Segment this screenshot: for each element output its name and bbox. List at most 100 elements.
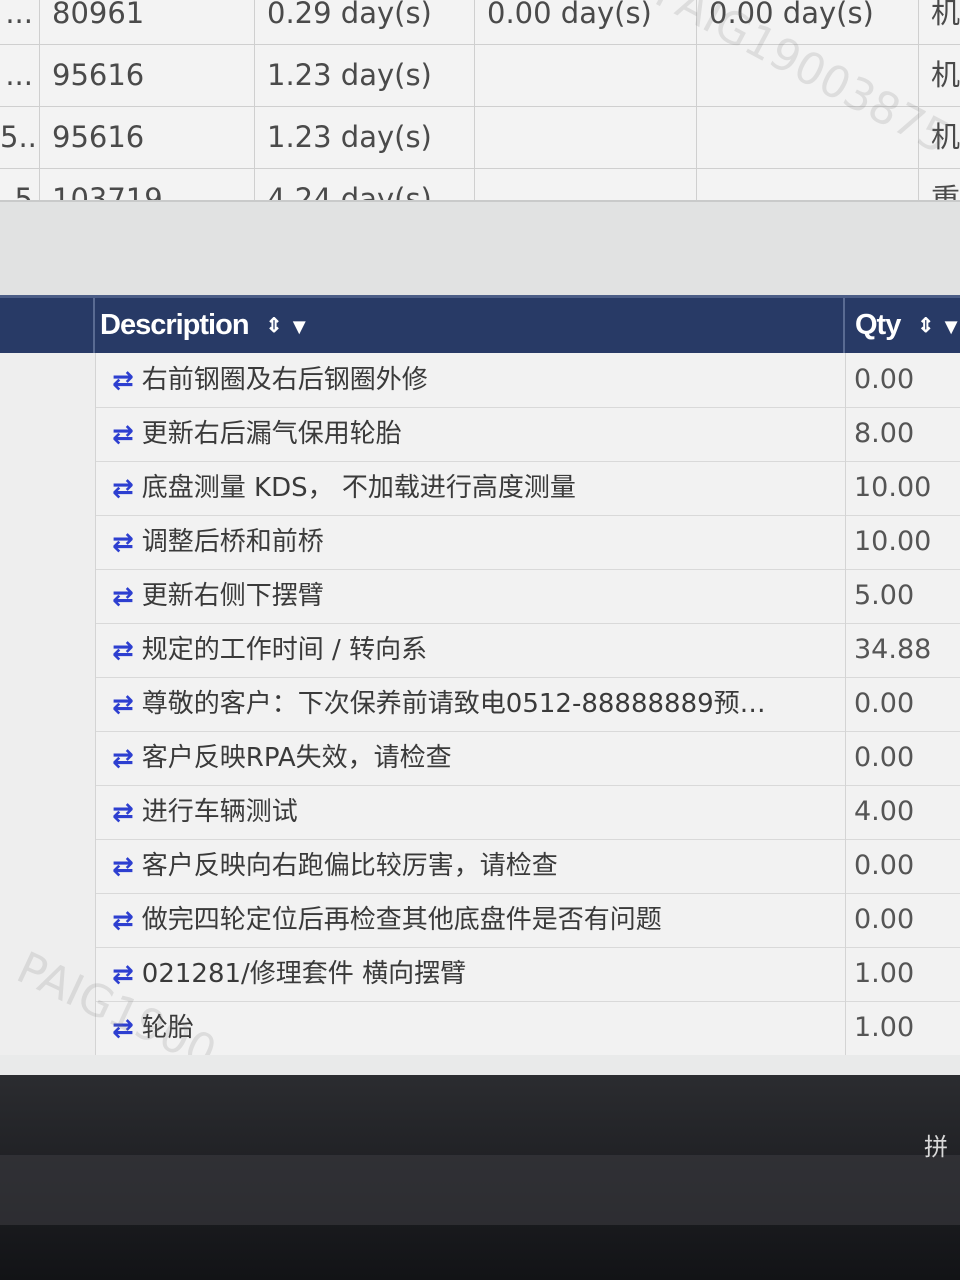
description-text: 更新右后漏气保用轮胎 [141, 419, 402, 449]
qty-cell: 10.00 [845, 461, 960, 515]
qty-cell: 0.00 [845, 731, 960, 785]
qty-cell: 5.00 [845, 569, 960, 623]
row-marker: ... [0, 0, 40, 44]
row-gutter [0, 731, 96, 785]
description-cell: ⇄ 进行车辆测试 [112, 785, 802, 839]
column-header-label: Qty [855, 309, 901, 341]
swap-arrows-icon[interactable]: ⇄ [112, 476, 134, 502]
cell-duration: 0.29 day(s) [255, 0, 475, 44]
qty-cell: 0.00 [845, 353, 960, 407]
table-row[interactable]: ... 80961 0.29 day(s) 0.00 day(s) 0.00 d… [0, 0, 960, 45]
cell-number: 95616 [40, 44, 255, 106]
filter-icon[interactable]: ▼ [288, 299, 310, 354]
description-text: 右前钢圈及右后钢圈外修 [141, 365, 428, 395]
swap-arrows-icon[interactable]: ⇄ [112, 530, 134, 556]
top-grid: ... 80961 0.29 day(s) 0.00 day(s) 0.00 d… [0, 0, 960, 200]
row-gutter [0, 785, 96, 839]
filter-icon[interactable]: ▼ [940, 299, 960, 354]
description-text: 021281/修理套件 横向摆臂 [141, 959, 467, 989]
swap-arrows-icon[interactable]: ⇄ [112, 422, 134, 448]
table-row[interactable]: ⇄ 更新右后漏气保用轮胎 8.00 [0, 407, 960, 462]
description-text: 规定的工作时间 / 转向系 [141, 635, 428, 665]
description-cell: ⇄ 做完四轮定位后再检查其他底盘件是否有问题 [112, 893, 802, 947]
ime-indicator[interactable]: 拼 [924, 1127, 948, 1162]
cell-number: 103719 [40, 168, 255, 200]
bezel-strip [0, 1155, 960, 1225]
table-row[interactable]: ⇄ 规定的工作时间 / 转向系 34.88 [0, 623, 960, 678]
swap-arrows-icon[interactable]: ⇄ [112, 800, 134, 826]
monitor-screen: ... 80961 0.29 day(s) 0.00 day(s) 0.00 d… [0, 0, 960, 1075]
row-gutter [0, 677, 96, 731]
cell-duration: 4.24 day(s) [255, 168, 475, 200]
description-cell: ⇄ 调整后桥和前桥 [112, 515, 802, 569]
row-gutter [0, 839, 96, 893]
monitor-bezel: 拼 [0, 1075, 960, 1280]
cell-number: 95616 [40, 106, 255, 168]
description-text: 客户反映向右跑偏比较厉害，请检查 [141, 851, 558, 881]
column-header-label: Description [100, 309, 250, 341]
qty-cell: 0.00 [845, 839, 960, 893]
qty-cell: 1.00 [845, 1001, 960, 1055]
qty-cell: 8.00 [845, 407, 960, 461]
swap-arrows-icon[interactable]: ⇄ [112, 368, 134, 394]
qty-cell: 4.00 [845, 785, 960, 839]
table-row[interactable]: ⇄ 做完四轮定位后再检查其他底盘件是否有问题 0.00 [0, 893, 960, 948]
table-row[interactable]: 5... 95616 1.23 day(s) 机 [0, 106, 960, 169]
description-cell: ⇄ 021281/修理套件 横向摆臂 [112, 947, 802, 1001]
column-divider[interactable] [843, 298, 845, 353]
swap-arrows-icon[interactable]: ⇄ [112, 746, 134, 772]
row-gutter [0, 623, 96, 677]
description-cell: ⇄ 底盘测量 KDS， 不加载进行高度测量 [112, 461, 802, 515]
row-marker: 5 [0, 168, 40, 200]
column-header-description[interactable]: Description ⇕ ▼ [100, 298, 310, 354]
cell-duration [475, 168, 697, 200]
description-text: 底盘测量 KDS， 不加载进行高度测量 [141, 473, 576, 503]
table-row[interactable]: ⇄ 右前钢圈及右后钢圈外修 0.00 [0, 353, 960, 408]
description-cell: ⇄ 客户反映RPA失效，请检查 [112, 731, 802, 785]
description-cell: ⇄ 尊敬的客户：下次保养前请致电0512-88888889预… [112, 677, 802, 731]
table-row[interactable]: ⇄ 调整后桥和前桥 10.00 [0, 515, 960, 570]
cell-duration [697, 168, 919, 200]
swap-arrows-icon[interactable]: ⇄ [112, 638, 134, 664]
description-text: 进行车辆测试 [141, 797, 298, 827]
table-row[interactable]: ⇄ 客户反映RPA失效，请检查 0.00 [0, 731, 960, 786]
cell-type: 机 [919, 0, 960, 44]
table-row[interactable]: ⇄ 客户反映向右跑偏比较厉害，请检查 0.00 [0, 839, 960, 894]
qty-cell: 0.00 [845, 893, 960, 947]
row-gutter [0, 461, 96, 515]
swap-arrows-icon[interactable]: ⇄ [112, 692, 134, 718]
column-header-qty[interactable]: Qty ⇕ ▼ [855, 298, 960, 353]
qty-cell: 34.88 [845, 623, 960, 677]
swap-arrows-icon[interactable]: ⇄ [112, 584, 134, 610]
cell-duration: 1.23 day(s) [255, 44, 475, 106]
row-gutter [0, 893, 96, 947]
description-cell: ⇄ 更新右后漏气保用轮胎 [112, 407, 802, 461]
cell-duration: 1.23 day(s) [255, 106, 475, 168]
row-gutter [0, 353, 96, 407]
description-cell: ⇄ 规定的工作时间 / 转向系 [112, 623, 802, 677]
table-row[interactable]: ⇄ 021281/修理套件 横向摆臂 1.00 [0, 947, 960, 1002]
cell-duration [475, 44, 697, 106]
description-text: 做完四轮定位后再检查其他底盘件是否有问题 [141, 905, 662, 935]
table-row[interactable]: 5 103719 4.24 day(s) 重 [0, 168, 960, 200]
description-cell: ⇄ 客户反映向右跑偏比较厉害，请检查 [112, 839, 802, 893]
cell-duration [475, 106, 697, 168]
cell-type: 机 [919, 44, 960, 106]
description-text: 调整后桥和前桥 [141, 527, 324, 557]
table-row[interactable]: ⇄ 尊敬的客户：下次保养前请致电0512-88888889预… 0.00 [0, 677, 960, 732]
qty-cell: 1.00 [845, 947, 960, 1001]
grid-header: Description ⇕ ▼ Qty ⇕ ▼ [0, 295, 960, 353]
panel-splitter[interactable] [0, 200, 960, 297]
table-row[interactable]: ⇄ 进行车辆测试 4.00 [0, 785, 960, 840]
row-marker: ... [0, 44, 40, 106]
table-row[interactable]: ⇄ 底盘测量 KDS， 不加载进行高度测量 10.00 [0, 461, 960, 516]
row-gutter [0, 515, 96, 569]
description-text: 客户反映RPA失效，请检查 [141, 743, 452, 773]
sort-icon[interactable]: ⇕ [917, 299, 934, 354]
swap-arrows-icon[interactable]: ⇄ [112, 854, 134, 880]
swap-arrows-icon[interactable]: ⇄ [112, 908, 134, 934]
table-row[interactable]: ⇄ 更新右侧下摆臂 5.00 [0, 569, 960, 624]
column-divider[interactable] [93, 298, 95, 353]
sort-icon[interactable]: ⇕ [266, 299, 283, 354]
description-text: 更新右侧下摆臂 [141, 581, 324, 611]
